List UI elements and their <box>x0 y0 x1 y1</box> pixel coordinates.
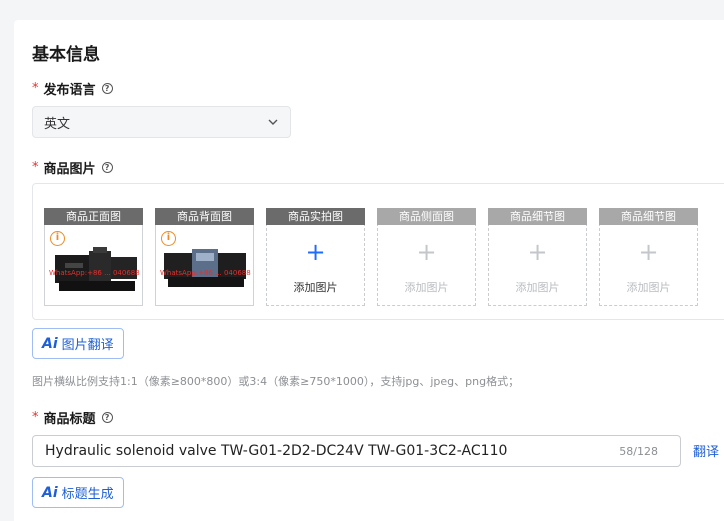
image-watermark: WhatsApp:+86 ... 040688 <box>160 269 251 277</box>
image-watermark: WhatsApp:+86 ... 040688 <box>49 269 140 277</box>
add-image-label: 添加图片 <box>626 281 671 294</box>
product-image[interactable]: i WhatsApp:+86 ... 040688 <box>155 225 254 306</box>
images-label: * 商品图片 ? <box>32 158 113 177</box>
warning-icon: i <box>161 231 176 246</box>
image-slot-title: 商品正面图 <box>44 208 143 225</box>
image-slot-back[interactable]: 商品背面图 i WhatsApp:+86 ... 040688 <box>155 208 254 306</box>
ai-icon: Ai <box>42 335 58 352</box>
image-slot-real-shot[interactable]: 商品实拍图 + 添加图片 <box>266 208 365 306</box>
title-generate-label: 标题生成 <box>61 487 114 502</box>
image-slot-title: 商品实拍图 <box>266 208 365 225</box>
image-translate-button[interactable]: Ai 图片翻译 <box>32 328 124 359</box>
title-generate-button[interactable]: Ai 标题生成 <box>32 477 124 508</box>
language-select[interactable]: 英文 <box>32 106 291 138</box>
image-slot-front[interactable]: 商品正面图 i WhatsApp:+86 ... 040688 <box>44 208 143 306</box>
warning-icon: i <box>50 231 65 246</box>
plus-icon: + <box>305 238 326 266</box>
product-title-input[interactable]: Hydraulic solenoid valve TW-G01-2D2-DC24… <box>32 435 681 467</box>
language-select-value: 英文 <box>44 116 71 132</box>
character-counter: 58/128 <box>619 445 658 458</box>
image-slot-title: 商品背面图 <box>155 208 254 225</box>
image-slot-side[interactable]: 商品侧面图 + 添加图片 <box>377 208 476 306</box>
product-title-value: Hydraulic solenoid valve TW-G01-2D2-DC24… <box>45 443 508 459</box>
images-label-text: 商品图片 <box>43 162 96 177</box>
translate-link[interactable]: 翻译 <box>693 441 719 460</box>
product-title-label-text: 商品标题 <box>43 412 96 427</box>
language-label-text: 发布语言 <box>43 83 96 98</box>
image-slot-detail-2[interactable]: 商品细节图 + 添加图片 <box>599 208 698 306</box>
help-icon[interactable]: ? <box>101 83 113 94</box>
product-title-label: * 商品标题 ? <box>32 408 113 427</box>
plus-icon: + <box>416 238 437 266</box>
help-icon[interactable]: ? <box>101 162 113 173</box>
image-slot-detail-1[interactable]: 商品细节图 + 添加图片 <box>488 208 587 306</box>
add-image-label: 添加图片 <box>293 281 338 294</box>
language-label: * 发布语言 ? <box>32 79 113 98</box>
product-image[interactable]: i WhatsApp:+86 ... 040688 <box>44 225 143 306</box>
chevron-down-icon <box>268 119 278 125</box>
image-slot-title: 商品细节图 <box>488 208 587 225</box>
section-title: 基本信息 <box>32 45 100 65</box>
plus-icon: + <box>527 238 548 266</box>
add-image-label: 添加图片 <box>515 281 560 294</box>
image-slot-title: 商品细节图 <box>599 208 698 225</box>
image-translate-label: 图片翻译 <box>61 338 114 353</box>
image-format-hint: 图片横纵比例支持1:1（像素≥800*800）或3:4（像素≥750*1000）… <box>32 375 520 388</box>
help-icon[interactable]: ? <box>101 412 113 423</box>
image-slot-title: 商品侧面图 <box>377 208 476 225</box>
plus-icon: + <box>638 238 659 266</box>
required-mark: * <box>32 160 39 175</box>
ai-icon: Ai <box>42 484 58 501</box>
add-image-label: 添加图片 <box>404 281 449 294</box>
required-mark: * <box>32 410 39 425</box>
required-mark: * <box>32 81 39 96</box>
